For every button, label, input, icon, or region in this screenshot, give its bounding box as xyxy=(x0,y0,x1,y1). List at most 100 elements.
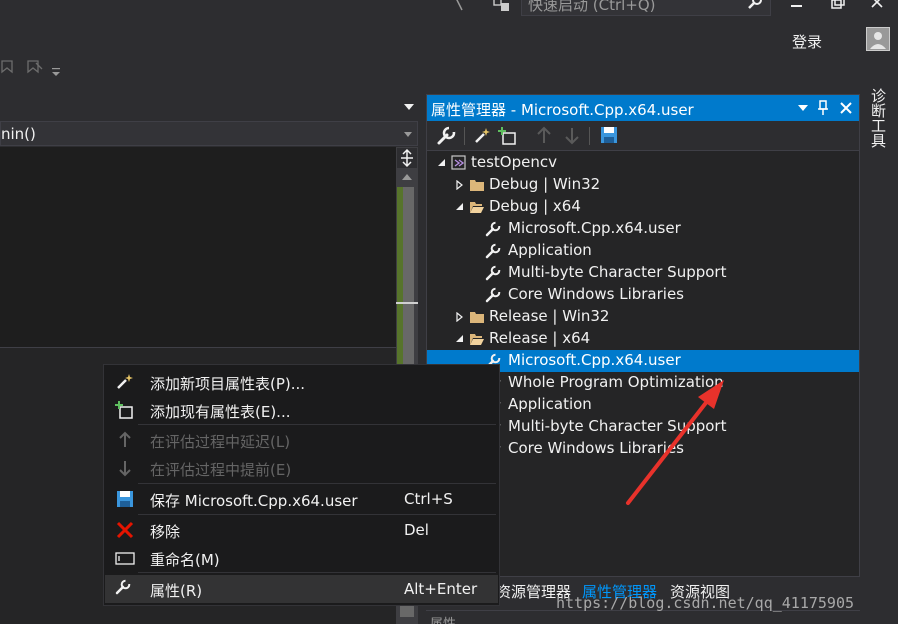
tree-item[interactable]: Multi-byte Character Support xyxy=(427,262,859,284)
quick-launch-input[interactable] xyxy=(522,0,742,15)
property-manager-title: 属性管理器 - Microsoft.Cpp.x64.user xyxy=(431,101,694,119)
tree-item-label: Release | Win32 xyxy=(489,307,610,325)
toolbar-separator xyxy=(589,127,590,145)
wrench-icon xyxy=(485,265,501,285)
context-menu-label: 添加现有属性表(E)... xyxy=(150,403,291,421)
property-manager-toolbar xyxy=(427,121,859,151)
add-existing-sheet-icon[interactable] xyxy=(497,125,519,147)
expanded-arrow-icon[interactable] xyxy=(455,202,465,212)
context-menu-label: 移除 xyxy=(150,523,181,541)
tree-item-label: Application xyxy=(508,241,592,259)
add-new-sheet-icon[interactable] xyxy=(471,125,493,147)
toolbar-separator xyxy=(464,127,465,145)
folder-icon xyxy=(469,177,485,197)
context-menu-label: 重命名(M) xyxy=(150,551,220,569)
menu-separator xyxy=(138,483,496,484)
wrench-icon xyxy=(485,243,501,263)
pin-notification-icon[interactable] xyxy=(452,0,468,14)
tree-item-label: Core Windows Libraries xyxy=(508,285,684,303)
property-manager-titlebar[interactable]: 属性管理器 - Microsoft.Cpp.x64.user xyxy=(427,95,859,121)
scroll-up-icon[interactable] xyxy=(400,172,414,182)
restore-button[interactable] xyxy=(822,0,852,20)
close-window-button[interactable] xyxy=(862,0,892,20)
folder-open-icon xyxy=(469,331,485,351)
folder-icon xyxy=(469,309,485,329)
pin-icon[interactable] xyxy=(817,100,829,116)
context-menu-label: 保存 Microsoft.Cpp.x64.user xyxy=(150,492,358,510)
properties-wrench-icon[interactable] xyxy=(435,125,457,147)
tree-item-label: Debug | x64 xyxy=(489,197,581,215)
collapsed-arrow-icon[interactable] xyxy=(455,180,465,190)
context-menu-item[interactable]: 添加现有属性表(E)... xyxy=(105,396,498,424)
tree-item[interactable]: Microsoft.Cpp.x64.user xyxy=(427,218,859,240)
tree-item-label: Release | x64 xyxy=(489,329,591,347)
minimize-button[interactable] xyxy=(782,0,812,20)
feedback-icon[interactable] xyxy=(492,0,512,14)
tree-item[interactable]: Release | x64 xyxy=(427,328,859,350)
context-menu-item[interactable]: 重命名(M) xyxy=(105,544,498,572)
tree-item[interactable]: Debug | x64 xyxy=(427,196,859,218)
tree-item-label: Microsoft.Cpp.x64.user xyxy=(508,219,681,237)
tree-item[interactable]: Application xyxy=(427,240,859,262)
tree-item[interactable]: Debug | Win32 xyxy=(427,174,859,196)
context-menu-shortcut: Ctrl+S xyxy=(404,490,453,508)
context-menu-item[interactable]: 在评估过程中延迟(L) xyxy=(105,426,498,454)
close-icon[interactable] xyxy=(839,101,853,115)
tree-item[interactable]: Core Windows Libraries xyxy=(427,284,859,306)
arrow-up-icon xyxy=(115,430,135,450)
project-icon xyxy=(451,155,467,175)
arrow-down-icon xyxy=(115,458,135,478)
tree-item[interactable]: Release | Win32 xyxy=(427,306,859,328)
context-menu-label: 属性(R) xyxy=(150,582,203,600)
watermark-text: https://blog.csdn.net/qq_41175905 xyxy=(556,594,855,612)
bookmark-next-icon[interactable] xyxy=(26,58,44,76)
context-menu-item[interactable]: 在评估过程中提前(E) xyxy=(105,454,498,482)
menu-separator xyxy=(138,514,496,515)
context-menu-item[interactable]: 属性(R) Alt+Enter xyxy=(105,575,498,603)
remove-x-icon xyxy=(115,520,135,540)
expanded-arrow-icon[interactable] xyxy=(455,334,465,344)
move-down-icon[interactable] xyxy=(563,125,581,147)
properties-panel-title: 属性 xyxy=(430,613,456,624)
tree-item-label: testOpencv xyxy=(471,153,557,171)
side-tab-label: 诊断工具 xyxy=(869,88,887,148)
search-icon[interactable] xyxy=(746,0,764,11)
login-link[interactable]: 登录 xyxy=(792,31,822,52)
avatar[interactable] xyxy=(866,27,890,51)
tree-item[interactable]: testOpencv xyxy=(427,152,859,174)
side-tab-diagnostic-tools[interactable]: 诊断工具 xyxy=(866,88,887,148)
save-icon[interactable] xyxy=(599,125,619,145)
add-new-sheet-icon xyxy=(115,372,135,392)
chevron-down-icon[interactable] xyxy=(403,102,415,112)
move-up-icon[interactable] xyxy=(535,125,553,147)
scroll-marker xyxy=(396,302,418,304)
menu-separator xyxy=(138,572,496,573)
tree-item-label: Multi-byte Character Support xyxy=(508,263,727,281)
function-navigation-combo[interactable]: nin() xyxy=(0,121,418,146)
collapsed-arrow-icon[interactable] xyxy=(455,312,465,322)
window-position-dropdown-icon[interactable] xyxy=(797,103,809,113)
function-combo-value: nin() xyxy=(1,125,36,143)
quick-launch-box[interactable] xyxy=(521,0,771,16)
chevron-down-icon xyxy=(404,132,412,137)
bookmark-prev-icon[interactable] xyxy=(0,58,18,76)
wrench-icon xyxy=(115,579,135,599)
expanded-arrow-icon[interactable] xyxy=(437,158,447,168)
menu-separator xyxy=(138,424,496,425)
context-menu-shortcut: Alt+Enter xyxy=(404,580,478,598)
split-icon xyxy=(401,148,413,168)
context-menu-item[interactable]: 添加新项目属性表(P)... xyxy=(105,368,498,396)
user-avatar-icon xyxy=(870,32,886,49)
split-editor-button[interactable] xyxy=(397,148,417,168)
code-editor[interactable] xyxy=(0,147,396,347)
save-icon xyxy=(115,489,135,509)
add-existing-sheet-icon xyxy=(115,400,135,420)
properties-panel-header[interactable]: 属性 xyxy=(426,610,860,624)
folder-open-icon xyxy=(469,199,485,219)
context-menu-item[interactable]: 移除 Del xyxy=(105,516,498,544)
context-menu-item[interactable]: 保存 Microsoft.Cpp.x64.user Ctrl+S xyxy=(105,485,498,513)
context-menu-shortcut: Del xyxy=(404,521,429,539)
toolbar-overflow-icon[interactable] xyxy=(50,66,62,78)
wrench-icon xyxy=(485,221,501,241)
change-indicator-bar xyxy=(397,187,403,367)
